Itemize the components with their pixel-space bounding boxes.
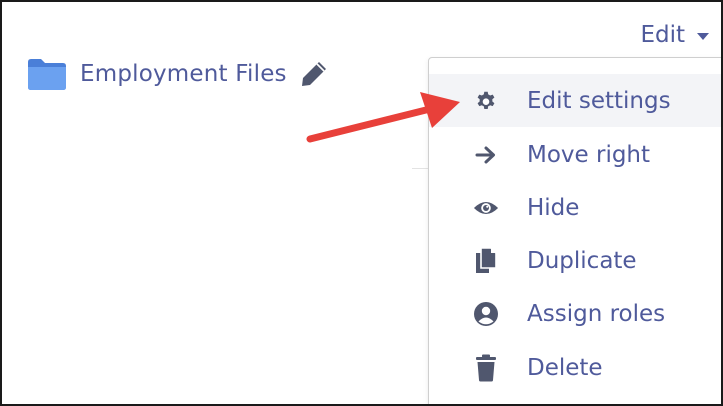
menu-item-assign-roles[interactable]: Assign roles	[429, 287, 721, 340]
folder-name[interactable]: Employment Files	[80, 61, 287, 87]
annotation-arrow	[306, 92, 460, 143]
menu-item-hide[interactable]: Hide	[429, 181, 721, 234]
folder-icon	[28, 59, 66, 90]
copy-icon	[473, 246, 499, 274]
menu-item-label: Assign roles	[527, 300, 666, 327]
arrow-right-icon	[473, 142, 499, 168]
menu-item-label: Duplicate	[527, 247, 637, 274]
menu-item-label: Move right	[527, 141, 651, 168]
menu-item-duplicate[interactable]: Duplicate	[429, 234, 721, 287]
menu-item-edit-settings[interactable]: Edit settings	[429, 74, 721, 127]
menu-item-label: Delete	[527, 354, 603, 381]
menu-item-label: Hide	[527, 194, 580, 221]
edit-menu-trigger[interactable]: Edit	[640, 22, 709, 48]
screenshot-frame: Employment Files y Edit Edit settings	[0, 0, 723, 406]
trash-icon	[473, 354, 499, 381]
edit-menu-label: Edit	[640, 22, 685, 48]
menu-item-delete[interactable]: Delete	[429, 341, 721, 394]
gear-icon	[473, 88, 499, 114]
menu-item-move-right[interactable]: Move right	[429, 128, 721, 181]
folder-row[interactable]: Employment Files	[26, 50, 329, 98]
user-circle-icon	[473, 301, 499, 327]
caret-down-icon	[697, 33, 709, 40]
menu-item-label: Edit settings	[527, 87, 671, 114]
eye-icon	[473, 195, 499, 221]
edit-dropdown-menu: Edit settings Move right Hide Duplicate …	[428, 57, 721, 404]
